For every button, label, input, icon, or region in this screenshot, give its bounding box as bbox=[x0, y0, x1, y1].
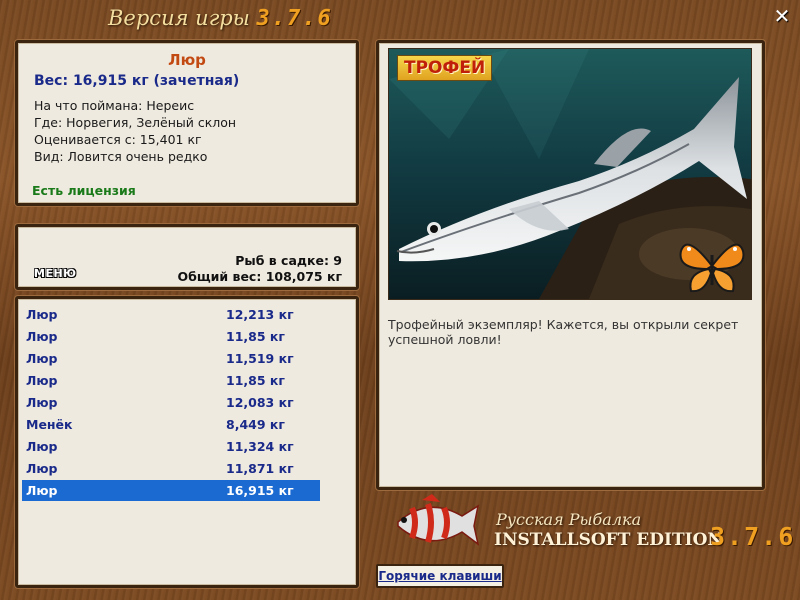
title-version: 3.7.6 bbox=[256, 6, 333, 31]
catch-fish-weight: 11,519 кг bbox=[226, 351, 294, 366]
rarity: Вид: Ловится очень редко bbox=[34, 149, 208, 164]
fish-count: Рыб в садке: 9 bbox=[235, 253, 342, 268]
butterfly-icon bbox=[679, 243, 745, 293]
catch-row[interactable]: Люр 12,083 кг bbox=[22, 392, 320, 413]
catch-fish-name: Менёк bbox=[26, 417, 73, 432]
license-status: Есть лицензия bbox=[32, 183, 136, 198]
catch-fish-weight: 11,871 кг bbox=[226, 461, 294, 476]
brand-edition: INSTALLSOFT EDITION bbox=[494, 530, 723, 550]
brand-title: Русская Рыбалка bbox=[496, 510, 642, 529]
logo-fish-icon bbox=[397, 494, 480, 546]
catch-fish-weight: 12,083 кг bbox=[226, 395, 294, 410]
catch-fish-weight: 8,449 кг bbox=[226, 417, 285, 432]
catch-row[interactable]: Люр 11,85 кг bbox=[22, 370, 320, 391]
catch-row[interactable]: Люр 11,85 кг bbox=[22, 326, 320, 347]
catch-summary-panel: Рыб в садке: 9 Общий вес: 108,075 кг bbox=[15, 224, 359, 290]
trophy-details-panel: ТРОФЕЙ Трофейный экземпляр! Кажется, вы … bbox=[376, 40, 765, 490]
catch-row[interactable]: Люр 16,915 кг bbox=[22, 480, 320, 501]
title-label: Версия игры bbox=[108, 6, 250, 30]
fish-photo: ТРОФЕЙ bbox=[388, 48, 752, 300]
brand-logo: Русская Рыбалка INSTALLSOFT EDITION 3.7.… bbox=[388, 492, 793, 562]
fish-info-panel: Люр Вес: 16,915 кг (зачетная) На что пой… bbox=[15, 40, 359, 206]
catch-fish-name: Люр bbox=[26, 483, 58, 498]
fish-weight: Вес: 16,915 кг (зачетная) bbox=[34, 73, 240, 89]
location: Где: Норвегия, Зелёный склон bbox=[34, 115, 237, 130]
value: Оценивается с: 15,401 кг bbox=[34, 132, 202, 147]
menu-button[interactable]: МЕНЮ bbox=[34, 267, 77, 280]
close-icon[interactable]: ✕ bbox=[772, 6, 792, 26]
catch-fish-name: Люр bbox=[26, 461, 58, 476]
catch-row[interactable]: Люр 11,871 кг bbox=[22, 458, 320, 479]
hotkeys-link[interactable]: Горячие клавиши bbox=[376, 564, 504, 588]
catch-fish-weight: 11,85 кг bbox=[226, 329, 285, 344]
brand-version: 3.7.6 bbox=[710, 522, 796, 551]
catch-fish-name: Люр bbox=[26, 373, 58, 388]
catch-list: Люр 12,213 кг Люр 11,85 кг Люр 11,519 кг Люр 11… bbox=[15, 296, 359, 588]
fish-name: Люр bbox=[168, 51, 206, 69]
trophy-message: Трофейный экземпляр! Кажется, вы открыли… bbox=[388, 317, 739, 347]
title-bar: Версия игры 3.7.6 ✕ bbox=[0, 0, 800, 40]
catch-fish-name: Люр bbox=[26, 307, 58, 322]
catch-row[interactable]: Менёк 8,449 кг bbox=[22, 414, 320, 435]
catch-fish-weight: 11,85 кг bbox=[226, 373, 285, 388]
catch-fish-weight: 12,213 кг bbox=[226, 307, 294, 322]
total-weight: Общий вес: 108,075 кг bbox=[177, 269, 343, 284]
catch-fish-name: Люр bbox=[26, 439, 58, 454]
catch-fish-weight: 11,324 кг bbox=[226, 439, 294, 454]
catch-fish-weight: 16,915 кг bbox=[226, 483, 294, 498]
catch-row[interactable]: Люр 12,213 кг bbox=[22, 304, 320, 325]
window-title: Версия игры 3.7.6 bbox=[108, 6, 333, 31]
catch-fish-name: Люр bbox=[26, 329, 58, 344]
caught-on: На что поймана: Нереис bbox=[34, 98, 195, 113]
trophy-badge: ТРОФЕЙ bbox=[397, 55, 493, 81]
catch-fish-name: Люр bbox=[26, 351, 58, 366]
catch-row[interactable]: Люр 11,519 кг bbox=[22, 348, 320, 369]
catch-fish-name: Люр bbox=[26, 395, 58, 410]
catch-row[interactable]: Люр 11,324 кг bbox=[22, 436, 320, 457]
